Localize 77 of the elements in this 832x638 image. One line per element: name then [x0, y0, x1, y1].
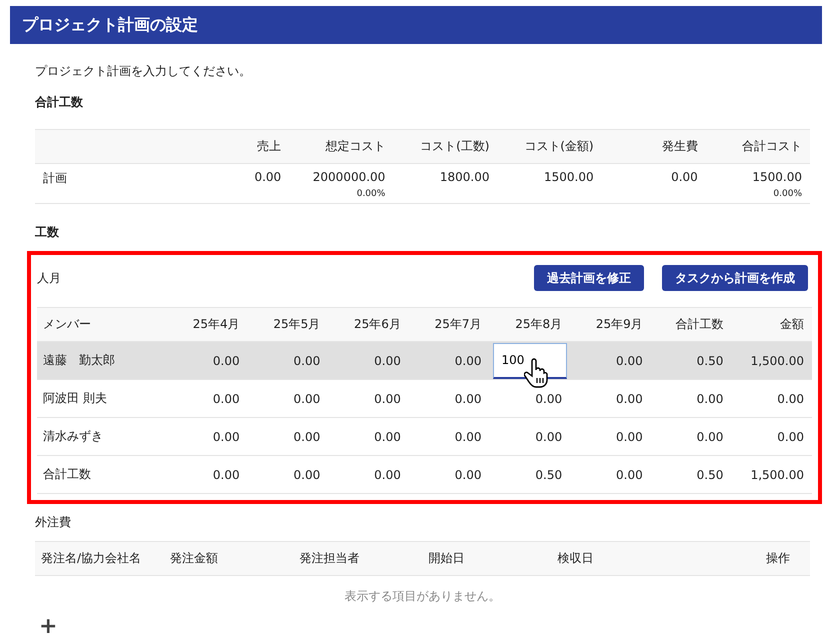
- section-heading: 工数: [35, 224, 60, 241]
- table-cell-text: 1500.00: [751, 170, 802, 184]
- table-cell: 0.50: [696, 354, 724, 368]
- table-cell: 0.00: [696, 392, 724, 406]
- table-cell: 0.00: [374, 468, 401, 482]
- table-cell: 0.00: [696, 430, 724, 444]
- table-cell: 1,500.00: [750, 354, 804, 368]
- table-cell: 0.00: [294, 430, 320, 444]
- column-header: 25年9月: [596, 317, 643, 331]
- section-heading: 外注費: [35, 514, 72, 531]
- column-header: 25年7月: [434, 317, 482, 331]
- table-cell-text: 1800.00: [438, 170, 490, 184]
- table-cell: 0.00: [777, 430, 804, 444]
- column-header: 操作: [766, 551, 790, 565]
- add-button[interactable]: +: [35, 616, 62, 638]
- table-cell: 0.00: [294, 468, 320, 482]
- table-cell: 遠藤 勤太郎: [43, 353, 115, 367]
- percent-text: 0.00%: [772, 189, 802, 199]
- column-header: 金額: [780, 317, 804, 331]
- column-header: 25年6月: [354, 317, 401, 331]
- table-cell: 0.00: [294, 392, 320, 406]
- column-header: 想定コスト: [325, 139, 386, 153]
- table-cell: 0.00: [294, 354, 320, 368]
- table-cell: 1,500.00: [750, 468, 804, 482]
- table-cell: 0.00: [454, 430, 482, 444]
- section-heading: 合計工数: [35, 94, 84, 111]
- table-cell: 0.50: [696, 468, 724, 482]
- table-cell: 0.00: [616, 392, 643, 406]
- column-header: コスト(工数): [420, 139, 490, 153]
- table-cell: 阿波田 則夫: [43, 391, 107, 405]
- table-cell: 0.50: [535, 468, 562, 482]
- column-header: 25年8月: [515, 317, 562, 331]
- table-cell-text: 1500.00: [543, 170, 594, 184]
- table-cell-text: 0.00: [253, 170, 282, 184]
- column-header: コスト(金額): [524, 139, 594, 153]
- column-header: 売上: [257, 139, 282, 153]
- empty-message: 表示する項目がありません。: [344, 588, 500, 602]
- column-header: 発注金額: [170, 551, 218, 565]
- table-cell-text: 2000000.00: [312, 170, 386, 184]
- column-header: 発生費: [662, 139, 698, 153]
- column-header: 発注担当者: [299, 551, 360, 565]
- column-header: 25年4月: [192, 317, 240, 331]
- column-header: 合計工数: [675, 317, 724, 331]
- input-field[interactable]: 100: [492, 342, 568, 378]
- table-cell: 0.00: [212, 430, 240, 444]
- column-header: 開始日: [428, 551, 464, 565]
- column-header: メンバー: [43, 317, 91, 331]
- table-cell: 0.00: [616, 468, 643, 482]
- table-cell: 0.00: [212, 392, 240, 406]
- table-cell-text: 計画: [43, 170, 68, 187]
- table-cell: 0.00: [535, 392, 562, 406]
- column-header: 発注名/協力会社名: [41, 551, 142, 565]
- hand-cursor-icon: [524, 358, 548, 388]
- percent-text: 0.00%: [356, 189, 386, 199]
- column-header: 検収日: [558, 551, 594, 565]
- table-cell: 0.00: [454, 354, 482, 368]
- table-cell: 0.00: [454, 468, 482, 482]
- table-cell: 0.00: [374, 430, 401, 444]
- table-cell: 0.00: [616, 430, 643, 444]
- page-title: プロジェクト計画の設定: [22, 14, 198, 36]
- table-cell: 0.00: [374, 392, 401, 406]
- table-cell: 0.00: [454, 392, 482, 406]
- table-cell: 0.00: [535, 430, 562, 444]
- table-cell: 0.00: [212, 354, 240, 368]
- table-cell: 0.00: [777, 392, 804, 406]
- table-cell: 清水みずき: [43, 429, 103, 443]
- intro-text: プロジェクト計画を入力してください。: [35, 63, 252, 80]
- table-cell: 0.00: [212, 468, 240, 482]
- table-cell: 0.00: [374, 354, 401, 368]
- table-cell: 0.00: [616, 354, 643, 368]
- column-header: 25年5月: [273, 317, 320, 331]
- action-button[interactable]: 過去計画を修正: [534, 265, 644, 291]
- unit-label: 人月: [37, 270, 61, 286]
- action-button[interactable]: タスクから計画を作成: [662, 265, 808, 291]
- column-header: 合計コスト: [742, 139, 802, 153]
- table-cell: 合計工数: [43, 467, 91, 481]
- table-cell-text: 0.00: [670, 170, 698, 184]
